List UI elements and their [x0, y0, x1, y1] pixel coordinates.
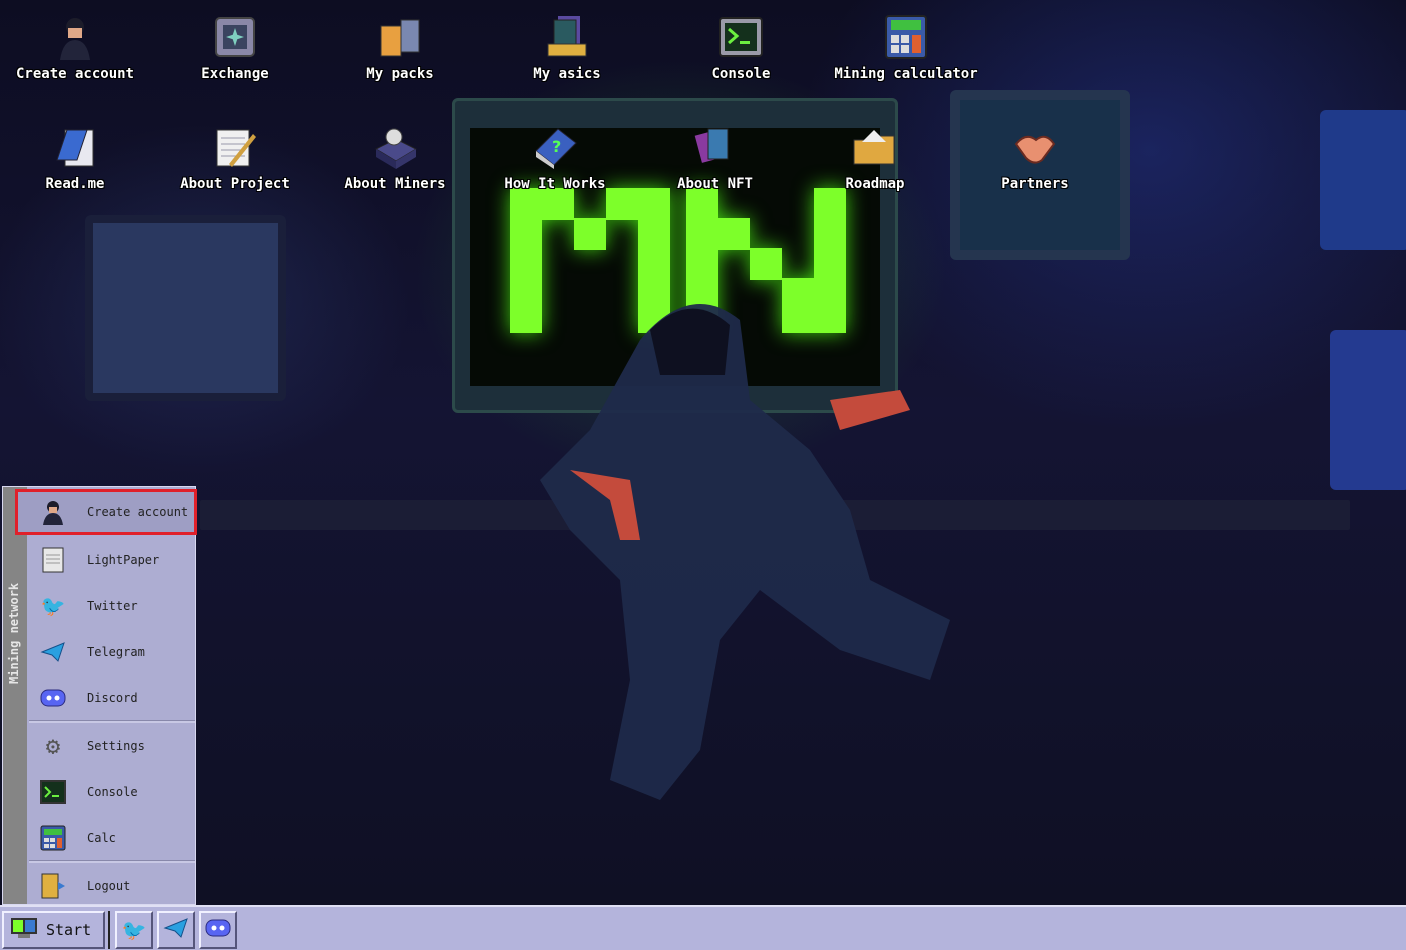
mn-logo-icon: [10, 917, 38, 943]
menu-item-label: Twitter: [87, 599, 138, 613]
help-book-icon: ?: [532, 124, 578, 170]
console-icon: [718, 14, 764, 60]
desktop-icon-label: Read.me: [45, 176, 105, 192]
desktop-icon-label: How It Works: [504, 176, 606, 192]
menu-item-console[interactable]: Console: [27, 769, 195, 815]
document-icon: [39, 546, 67, 574]
desktop-icon-mining-calculator[interactable]: Mining calculator: [831, 14, 981, 82]
menu-item-label: Create account: [87, 505, 189, 519]
discord-icon: [39, 684, 67, 712]
menu-item-label: Telegram: [87, 645, 145, 659]
miner-gear-icon: [372, 124, 418, 170]
background-monitor-left: [85, 215, 286, 401]
taskbar-twitter-button[interactable]: 🐦: [115, 911, 153, 949]
desktop-icon-label: About Miners: [344, 176, 446, 192]
desktop-icon-about-project[interactable]: About Project: [160, 124, 310, 192]
desktop-icon-about-miners[interactable]: About Miners: [320, 124, 470, 192]
nft-cards-icon: [692, 124, 738, 170]
desktop-icon-label: Mining calculator: [834, 66, 978, 82]
notebook-pen-icon: [212, 124, 258, 170]
desktop-icon-exchange[interactable]: Exchange: [160, 14, 310, 82]
taskbar: Start 🐦: [0, 905, 1406, 950]
start-menu-sidebar: Mining network: [3, 487, 27, 904]
desktop-icon-label: About NFT: [677, 176, 753, 192]
start-menu: Mining network Create account LightPaper…: [2, 486, 197, 905]
desktop-icon-label: Create account: [15, 66, 134, 82]
desktop-icon-create-account[interactable]: Create account: [0, 14, 150, 82]
logout-door-icon: [39, 872, 67, 900]
desktop-icon-console[interactable]: Console: [666, 14, 816, 82]
desktop-icon-my-packs[interactable]: My packs: [325, 14, 475, 82]
desktop-icon-roadmap[interactable]: Roadmap: [800, 124, 950, 192]
menu-item-logout[interactable]: Logout: [27, 863, 195, 909]
desktop-icon-partners[interactable]: Partners: [960, 124, 1110, 192]
desktop-icon-label: Partners: [1001, 176, 1069, 192]
calculator-icon: [883, 14, 929, 60]
desktop-icon-how-it-works[interactable]: ? How It Works: [480, 124, 630, 192]
discord-icon: [205, 918, 231, 942]
menu-item-twitter[interactable]: 🐦 Twitter: [27, 583, 195, 629]
menu-item-label: Logout: [87, 879, 131, 893]
menu-item-label: Calc: [87, 831, 116, 845]
twitter-icon: 🐦: [121, 918, 147, 942]
asics-icon: [544, 14, 590, 60]
desktop-wallpaper: Create account Exchange My packs My asic…: [0, 0, 1406, 905]
desktop-icon-my-asics[interactable]: My asics: [492, 14, 642, 82]
menu-item-label: Console: [87, 785, 138, 799]
twitter-icon: 🐦: [40, 594, 66, 618]
console-icon: [39, 778, 67, 806]
menu-item-label: Settings: [87, 739, 145, 753]
desktop-icon-label: Roadmap: [845, 176, 905, 192]
hacker-avatar-icon: [39, 498, 67, 526]
menu-item-settings[interactable]: ⚙ Settings: [27, 723, 195, 769]
desktop-icon-label: My packs: [366, 66, 434, 82]
desktop-icon-label: Exchange: [201, 66, 269, 82]
menu-item-lightpaper[interactable]: LightPaper: [27, 537, 195, 583]
taskbar-telegram-button[interactable]: [157, 911, 195, 949]
svg-text:?: ?: [552, 137, 561, 156]
taskbar-divider: [108, 911, 110, 949]
taskbar-discord-button[interactable]: [199, 911, 237, 949]
start-label: Start: [46, 921, 92, 939]
telegram-icon: [163, 917, 189, 943]
start-button[interactable]: Start: [2, 911, 105, 949]
packs-icon: [377, 14, 423, 60]
calculator-icon: [39, 824, 67, 852]
menu-item-label: Discord: [87, 691, 138, 705]
menu-item-create-account[interactable]: Create account: [15, 489, 197, 535]
start-menu-sidebar-title: Mining network: [7, 582, 21, 684]
menu-item-label: LightPaper: [87, 553, 160, 567]
desktop-icon-label: Console: [711, 66, 771, 82]
safe-icon: [212, 14, 258, 60]
background-monitor-far-right: [1320, 110, 1406, 250]
menu-item-calc[interactable]: Calc: [27, 815, 195, 861]
hacker-avatar-icon: [52, 14, 98, 60]
menu-item-discord[interactable]: Discord: [27, 675, 195, 721]
hacker-figure: [540, 304, 950, 800]
desktop-icon-label: My asics: [533, 66, 601, 82]
gear-icon: ⚙: [45, 732, 61, 760]
background-monitor-far-right-lower: [1330, 330, 1406, 490]
telegram-icon: [39, 638, 67, 666]
desktop-icon-about-nft[interactable]: About NFT: [640, 124, 790, 192]
handshake-icon: [1012, 124, 1058, 170]
folder-icon: [852, 124, 898, 170]
desktop-icon-read-me[interactable]: Read.me: [0, 124, 150, 192]
notepad-icon: [52, 124, 98, 170]
desktop-icon-label: About Project: [180, 176, 290, 192]
menu-item-telegram[interactable]: Telegram: [27, 629, 195, 675]
